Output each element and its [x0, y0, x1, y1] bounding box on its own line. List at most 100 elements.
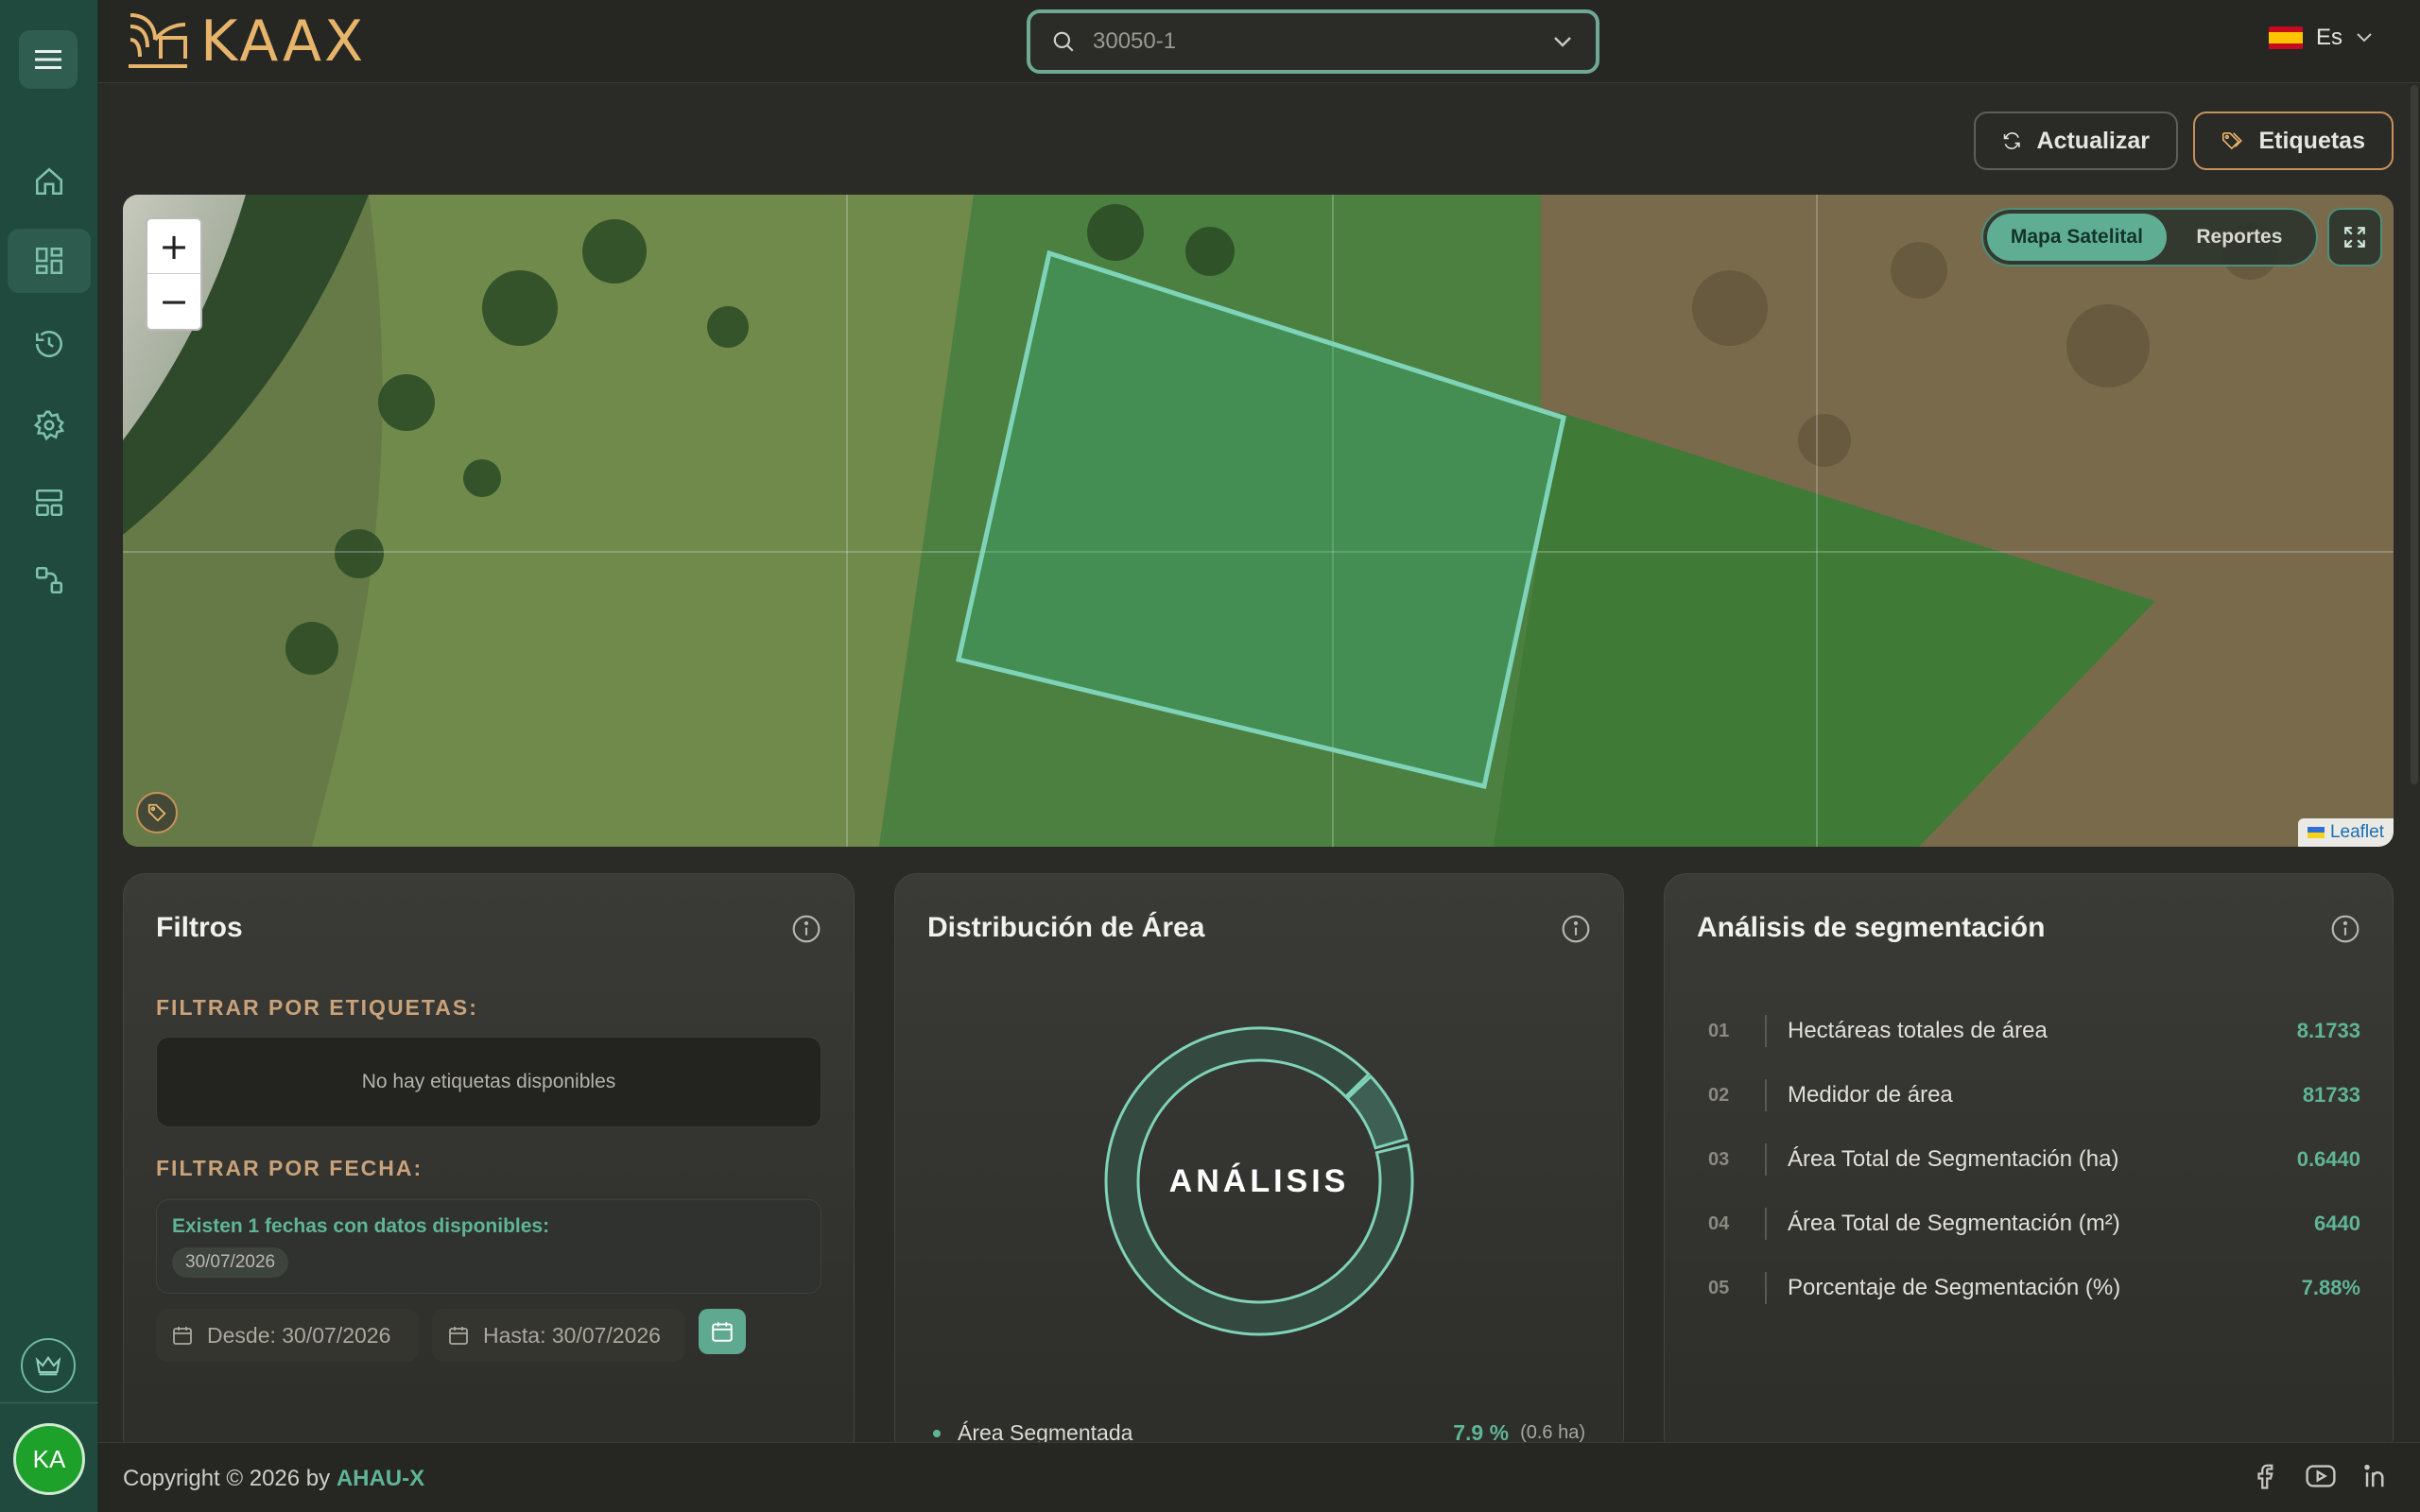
- available-dates-box: Existen 1 fechas con datos disponibles: …: [156, 1199, 821, 1294]
- home-icon: [35, 167, 63, 196]
- fullscreen-button[interactable]: [2327, 208, 2382, 266]
- no-tags-message: No hay etiquetas disponibles: [156, 1037, 821, 1127]
- top-header: KAAX 30050-1 Es: [98, 0, 2420, 83]
- distribution-title: Distribución de Área: [927, 912, 1205, 943]
- row-number: 04: [1708, 1212, 1730, 1234]
- dashboard-icon: [35, 247, 63, 275]
- row-value: 6440: [2314, 1211, 2360, 1235]
- info-icon[interactable]: [791, 914, 821, 944]
- user-avatar[interactable]: KA: [13, 1423, 85, 1495]
- nav-dashboard[interactable]: [8, 229, 91, 293]
- map-attribution[interactable]: Leaflet: [2297, 818, 2394, 847]
- row-label: Área Total de Segmentación (m²): [1788, 1211, 2120, 1236]
- date-from-label: Desde: 30/07/2026: [207, 1322, 391, 1348]
- satellite-imagery: [123, 195, 2394, 847]
- refresh-icon: [2003, 132, 2020, 149]
- nav-workflow[interactable]: [8, 548, 91, 612]
- map-tag-button[interactable]: [136, 792, 178, 833]
- satellite-map[interactable]: + − Mapa Satelital Reportes Leaflet: [123, 195, 2394, 847]
- info-icon[interactable]: [2330, 914, 2360, 944]
- gear-icon: [33, 410, 65, 441]
- row-divider: [1765, 1015, 1767, 1047]
- row-value: 8.1733: [2296, 1019, 2360, 1042]
- row-divider: [1765, 1079, 1767, 1111]
- page-scrollbar[interactable]: [2411, 85, 2418, 784]
- row-number: 05: [1708, 1277, 1730, 1298]
- refresh-label: Actualizar: [2036, 127, 2150, 154]
- row-divider: [1765, 1208, 1767, 1240]
- row-label: Hectáreas totales de área: [1788, 1018, 2048, 1043]
- zoom-control: + −: [146, 217, 202, 331]
- user-initials: KA: [32, 1444, 66, 1473]
- tags-button[interactable]: Etiquetas: [2193, 112, 2394, 170]
- copyright-text: Copyright © 2026 by AHAU-X: [123, 1466, 424, 1492]
- legend-dot: [933, 1429, 941, 1437]
- premium-button[interactable]: [21, 1338, 76, 1393]
- chevron-down-icon: [2357, 33, 2372, 43]
- social-links: [2252, 1462, 2392, 1490]
- legend-hectares: (0.6 ha): [1520, 1422, 1585, 1443]
- calendar-icon: [712, 1322, 733, 1342]
- brand-link[interactable]: AHAU-X: [337, 1466, 424, 1491]
- segmentation-row: 02 Medidor de área 81733: [1708, 1076, 2360, 1114]
- row-number: 03: [1708, 1148, 1730, 1170]
- nav-history[interactable]: [8, 312, 91, 376]
- language-selector[interactable]: Es: [2268, 25, 2373, 51]
- satellite-map-tab[interactable]: Mapa Satelital: [1987, 214, 2167, 261]
- app-logo[interactable]: KAAX: [127, 9, 366, 75]
- leaflet-link[interactable]: Leaflet: [2330, 822, 2384, 843]
- crown-icon: [35, 1356, 61, 1376]
- nav-settings[interactable]: [8, 393, 91, 457]
- available-date-chip[interactable]: 30/07/2026: [172, 1247, 289, 1278]
- segmentation-row: 01 Hectáreas totales de área 8.1733: [1708, 1012, 2360, 1050]
- zoom-out-button[interactable]: −: [147, 274, 200, 329]
- tags-label: Etiquetas: [2258, 127, 2365, 154]
- sidebar-divider: [0, 1402, 98, 1403]
- youtube-icon[interactable]: [2305, 1462, 2337, 1490]
- zoom-in-button[interactable]: +: [147, 219, 200, 274]
- row-number: 01: [1708, 1020, 1730, 1041]
- linkedin-icon[interactable]: [2361, 1462, 2392, 1490]
- ukraine-flag-icon: [2307, 827, 2325, 838]
- info-icon[interactable]: [1561, 914, 1591, 944]
- row-label: Medidor de área: [1788, 1082, 1953, 1108]
- reports-tab[interactable]: Reportes: [2167, 214, 2312, 261]
- kaax-logo-icon: [129, 13, 187, 68]
- expand-icon: [2344, 227, 2365, 248]
- tag-icon: [2221, 132, 2242, 150]
- sidebar: KA: [0, 0, 98, 1512]
- date-to-field[interactable]: Hasta: 30/07/2026: [432, 1309, 685, 1362]
- refresh-button[interactable]: Actualizar: [1974, 112, 2178, 170]
- spain-flag-icon: [2268, 26, 2303, 49]
- copyright-label: Copyright © 2026 by: [123, 1466, 337, 1491]
- facebook-icon[interactable]: [2252, 1462, 2280, 1490]
- date-to-label: Hasta: 30/07/2026: [483, 1322, 661, 1348]
- row-value: 7.88%: [2301, 1276, 2360, 1299]
- date-picker-button[interactable]: [699, 1309, 746, 1354]
- area-donut-chart: ANÁLISIS: [1104, 1026, 1414, 1336]
- segmentation-title: Análisis de segmentación: [1697, 912, 2046, 943]
- tag-icon: [147, 803, 166, 822]
- menu-toggle-button[interactable]: [19, 30, 78, 89]
- language-label: Es: [2315, 25, 2342, 50]
- search-icon: [1053, 31, 1074, 52]
- history-icon: [35, 331, 63, 358]
- footer: Copyright © 2026 by AHAU-X: [98, 1442, 2420, 1512]
- row-value: 81733: [2302, 1083, 2360, 1107]
- nav-layouts[interactable]: [8, 471, 91, 535]
- calendar-icon: [449, 1327, 468, 1345]
- date-filter-label: FILTRAR POR FECHA:: [156, 1156, 424, 1180]
- workflow-icon: [35, 566, 63, 594]
- row-divider: [1765, 1143, 1767, 1176]
- field-search-select[interactable]: 30050-1: [1027, 9, 1599, 74]
- segmentation-row: 04 Área Total de Segmentación (m²) 6440: [1708, 1205, 2360, 1243]
- row-number: 02: [1708, 1084, 1730, 1106]
- filters-title: Filtros: [156, 912, 243, 943]
- segmentation-row: 03 Área Total de Segmentación (ha) 0.6440: [1708, 1141, 2360, 1178]
- nav-home[interactable]: [8, 149, 91, 214]
- donut-center-label: ANÁLISIS: [1169, 1163, 1350, 1199]
- map-view-toggle: Mapa Satelital Reportes: [1981, 208, 2318, 266]
- date-from-field[interactable]: Desde: 30/07/2026: [156, 1309, 419, 1362]
- row-divider: [1765, 1272, 1767, 1304]
- row-label: Porcentaje de Segmentación (%): [1788, 1275, 2121, 1300]
